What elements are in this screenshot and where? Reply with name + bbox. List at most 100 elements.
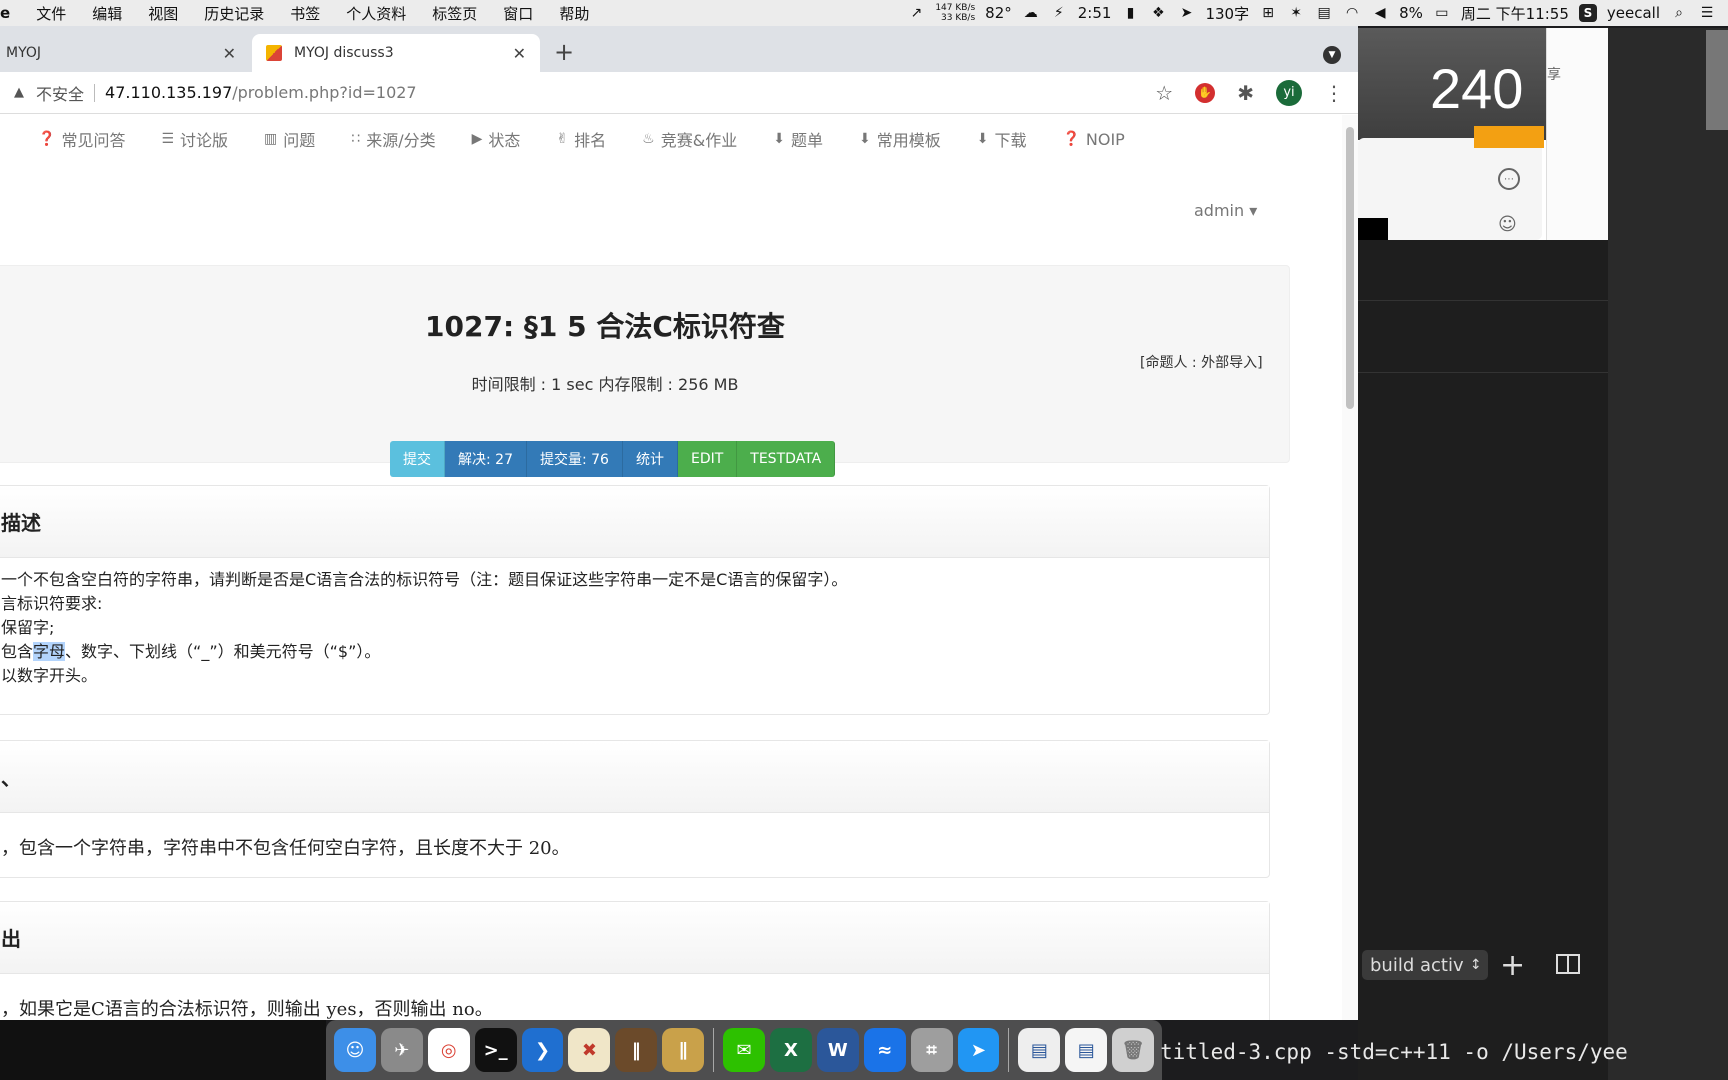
dingtalk-icon[interactable]: ➤ — [957, 1028, 1000, 1072]
tab-myoj[interactable]: MYOJ ✕ — [0, 34, 250, 72]
background-side-strip: 享 — [1546, 28, 1608, 240]
recent-document-icon[interactable]: ▤ — [1065, 1028, 1108, 1072]
extensions-puzzle-icon[interactable]: ✱ — [1237, 81, 1254, 105]
nav-templates[interactable]: ⬇ 常用模板 — [859, 127, 941, 151]
xcode-tools-icon[interactable]: ✖ — [568, 1028, 611, 1072]
bluetooth-icon[interactable]: ✶ — [1287, 5, 1305, 21]
nav-download[interactable]: ⬇ 下载 — [977, 127, 1027, 151]
new-tab-button[interactable]: + — [554, 38, 574, 66]
bookmark-star-icon[interactable]: ☆ — [1155, 81, 1173, 105]
temperature[interactable]: 82° — [985, 4, 1012, 22]
datetime[interactable]: 周二 下午11:55 — [1461, 3, 1569, 24]
word-icon[interactable]: W — [816, 1028, 859, 1072]
creative-cloud-icon[interactable]: ☁ — [1022, 5, 1040, 21]
menu-item-help[interactable]: 帮助 — [559, 3, 589, 24]
menu-item-bookmarks[interactable]: 书签 — [290, 3, 320, 24]
warning-icon[interactable]: ▲ — [14, 85, 24, 100]
split-terminal-icon[interactable] — [1556, 954, 1580, 974]
terminal-icon[interactable]: >_ — [474, 1028, 517, 1072]
output-description: ，如果它是C语言的合法标识符，则输出 yes，否则输出 no。 — [1, 999, 493, 1020]
notification-center-icon[interactable]: ☰ — [1698, 5, 1716, 21]
close-tab-icon[interactable]: ✕ — [513, 44, 526, 63]
address-bar[interactable]: 47.110.135.197/problem.php?id=1027 — [105, 83, 417, 102]
download-circle-icon: ⬇ — [773, 131, 785, 147]
menu-item-history[interactable]: 历史记录 — [204, 3, 264, 24]
divider — [94, 83, 96, 102]
menu-item-profile[interactable]: 个人资料 — [346, 3, 406, 24]
menu-item-window[interactable]: 窗口 — [503, 3, 533, 24]
wechat-icon[interactable]: ✉ — [723, 1028, 765, 1072]
vscode-icon[interactable]: ❯ — [521, 1028, 564, 1072]
nav-problem-list[interactable]: ⬇ 题单 — [773, 127, 823, 151]
battery-time[interactable]: 2:51 — [1078, 4, 1112, 22]
nav-status[interactable]: ▶ 状态 — [472, 127, 521, 151]
phone-icon[interactable]: ▮ — [1121, 5, 1139, 21]
close-tab-icon[interactable]: ✕ — [223, 44, 236, 63]
lark-icon[interactable]: ≈ — [863, 1028, 906, 1072]
nav-label: 竞赛&作业 — [660, 131, 738, 150]
network-speed[interactable]: 147 KB/s 33 KB/s — [935, 3, 975, 23]
spotlight-search-icon[interactable]: ⌕ — [1670, 5, 1688, 21]
share-label[interactable]: 享 — [1547, 64, 1561, 84]
add-person-icon[interactable]: ☺ — [1498, 214, 1517, 235]
menu-item-file[interactable]: 文件 — [36, 3, 66, 24]
menu-item-app[interactable]: e — [0, 4, 10, 22]
trash-icon[interactable]: 🗑 — [1112, 1028, 1155, 1072]
net-up: 147 KB/s — [935, 3, 976, 13]
adblock-extension-icon[interactable]: ✋ — [1195, 82, 1216, 103]
link-icon[interactable]: ↗ — [907, 5, 925, 21]
keyboard-icon[interactable]: ▤ — [1315, 5, 1333, 21]
background-thumbnail — [1706, 30, 1728, 130]
books-icon[interactable]: ‖ — [615, 1028, 658, 1072]
calculator-icon[interactable]: ⌗ — [910, 1028, 953, 1072]
battery-percent[interactable]: 8% — [1399, 4, 1423, 22]
more-chat-icon[interactable]: ⋯ — [1498, 168, 1520, 190]
thumbs-up-icon: ✌ — [556, 131, 569, 147]
tab-myoj-discuss[interactable]: MYOJ discuss3 ✕ — [252, 34, 540, 72]
divider — [1358, 300, 1608, 301]
status-area: ↗ 147 KB/s 33 KB/s 82° ☁ ⚡ 2:51 ▮ ❖ ➤ 13… — [907, 3, 1728, 24]
s-app-icon[interactable]: S — [1578, 4, 1597, 22]
menu-item-tabs[interactable]: 标签页 — [432, 3, 477, 24]
send-icon[interactable]: ➤ — [1177, 5, 1195, 21]
edit-button[interactable]: EDIT — [677, 441, 738, 477]
tab-search-icon[interactable]: ▼ — [1323, 46, 1341, 64]
nav-faq[interactable]: ❓ 常见问答 — [38, 127, 125, 151]
excel-icon[interactable]: X — [769, 1028, 812, 1072]
volume-icon[interactable]: ◀ — [1371, 5, 1389, 21]
user-dropdown[interactable]: admin ▾ — [1194, 201, 1257, 220]
library-icon[interactable]: ∥ — [662, 1028, 705, 1072]
scrollbar-thumb[interactable] — [1346, 127, 1354, 409]
security-label[interactable]: 不安全 — [36, 81, 84, 105]
dropbox-icon[interactable]: ❖ — [1149, 5, 1167, 21]
submit-button[interactable]: 提交 — [390, 441, 445, 477]
profile-avatar[interactable]: yi — [1276, 79, 1302, 106]
battery-icon[interactable]: ▭ — [1433, 5, 1451, 21]
build-target-select[interactable]: build activ — [1362, 950, 1488, 980]
menu-bar: e 文件 编辑 视图 历史记录 书签 个人资料 标签页 窗口 帮助 ↗ 147 … — [0, 0, 1728, 26]
solved-count-button[interactable]: 解决: 27 — [445, 441, 527, 477]
recent-document-icon[interactable]: ▤ — [1018, 1028, 1061, 1072]
testdata-button[interactable]: TESTDATA — [737, 441, 836, 477]
add-terminal-button[interactable]: + — [1500, 948, 1525, 983]
launchpad-rocket-icon[interactable]: ✈ — [380, 1028, 423, 1072]
finder-icon[interactable]: ☺ — [334, 1028, 376, 1072]
statistics-button[interactable]: 统计 — [622, 441, 678, 477]
site-nav: ❓ 常见问答 ☰ 讨论版 ▥ 问题 ∷ 来源/分类 ▶ 状态 ✌ 排名 ♨ 竞赛&作业 ⬇ 题单… — [0, 115, 1340, 163]
menu-item-view[interactable]: 视图 — [148, 3, 178, 24]
url-host: 47.110.135.197 — [105, 83, 233, 102]
nav-noip[interactable]: ❓ NOIP — [1062, 130, 1124, 149]
nav-ranking[interactable]: ✌ 排名 — [556, 127, 606, 151]
nav-discuss[interactable]: ☰ 讨论版 — [161, 127, 228, 151]
submission-count-button[interactable]: 提交量: 76 — [526, 441, 623, 477]
input-method-icon[interactable]: ⊞ — [1259, 5, 1277, 21]
menubar-user[interactable]: yeecall — [1607, 4, 1660, 22]
nav-problems[interactable]: ▥ 问题 — [264, 127, 315, 151]
wifi-icon[interactable]: ◠ — [1343, 5, 1361, 21]
menu-item-edit[interactable]: 编辑 — [92, 3, 122, 24]
word-count[interactable]: 130字 — [1205, 3, 1249, 24]
chrome-icon[interactable]: ◎ — [427, 1028, 470, 1072]
nav-source-category[interactable]: ∷ 来源/分类 — [351, 127, 435, 151]
more-menu-icon[interactable]: ⋮ — [1324, 81, 1344, 105]
nav-contest[interactable]: ♨ 竞赛&作业 — [642, 127, 737, 151]
